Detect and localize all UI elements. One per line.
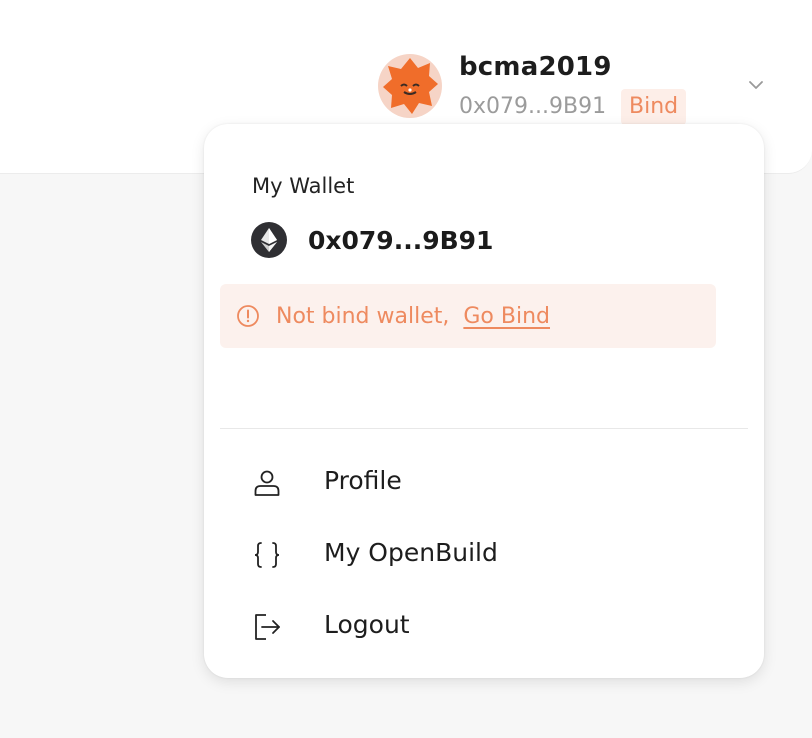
chevron-down-icon[interactable] bbox=[747, 76, 765, 94]
ethereum-icon bbox=[251, 222, 287, 258]
avatar[interactable] bbox=[378, 54, 442, 118]
alert-message: Not bind wallet, bbox=[276, 303, 450, 329]
user-icon bbox=[254, 470, 280, 496]
wallet-address: 0x079...9B91 bbox=[308, 225, 494, 255]
braces-icon bbox=[254, 542, 280, 568]
warning-circle-icon bbox=[237, 305, 259, 327]
short-wallet-address: 0x079...9B91 bbox=[459, 94, 607, 119]
menu-item-label: Logout bbox=[324, 610, 410, 639]
menu-divider bbox=[220, 428, 748, 429]
bind-button[interactable]: Bind bbox=[621, 89, 687, 125]
bind-wallet-alert: Not bind wallet, Go Bind bbox=[220, 284, 716, 348]
wallet-section-label: My Wallet bbox=[252, 174, 355, 198]
menu-item-label: My OpenBuild bbox=[324, 538, 498, 567]
user-dropdown-menu: My Wallet 0x079...9B91 Not bind wallet, … bbox=[204, 124, 764, 678]
menu-item-my-openbuild[interactable]: My OpenBuild bbox=[204, 526, 764, 582]
logout-icon bbox=[255, 614, 280, 640]
menu-item-profile[interactable]: Profile bbox=[204, 454, 764, 510]
user-menu-trigger[interactable]: bcma2019 0x079...9B91 Bind bbox=[378, 50, 778, 126]
username: bcma2019 bbox=[459, 52, 612, 82]
menu-item-logout[interactable]: Logout bbox=[204, 598, 764, 654]
wallet-address-row: 0x079...9B91 bbox=[251, 222, 493, 258]
go-bind-link[interactable]: Go Bind bbox=[463, 304, 550, 329]
menu-item-label: Profile bbox=[324, 466, 402, 495]
